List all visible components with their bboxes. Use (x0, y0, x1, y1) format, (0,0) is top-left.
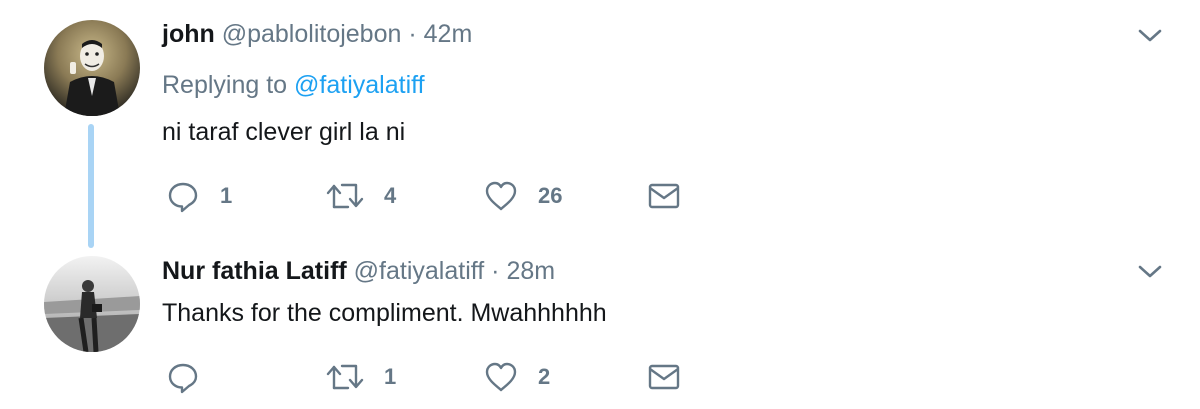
tweet-header: Nur fathia Latiff @fatiyalatiff · 28m (162, 256, 555, 286)
timestamp[interactable]: 42m (424, 20, 473, 48)
tweet-text: ni taraf clever girl la ni (162, 118, 406, 146)
reply-count: 1 (220, 183, 233, 208)
retweet-icon (326, 183, 364, 209)
replying-to-label: Replying to (162, 71, 288, 99)
username[interactable]: @fatiyalatiff (354, 257, 485, 285)
reply-button[interactable]: 1 (166, 176, 232, 216)
reply-button[interactable] (166, 357, 220, 397)
thread-line (88, 124, 94, 248)
retweet-count: 1 (384, 364, 397, 389)
like-button[interactable]: 26 (484, 176, 562, 216)
envelope-icon (648, 364, 680, 390)
retweet-count: 4 (384, 183, 397, 208)
tweet-header: john @pablolitojebon · 42m (162, 19, 472, 49)
heart-icon (485, 362, 517, 392)
replying-to: Replying to @fatiyalatiff (162, 70, 425, 100)
timestamp[interactable]: 28m (506, 257, 555, 285)
like-count: 2 (538, 364, 551, 389)
tweet: Nur fathia Latiff @fatiyalatiff · 28m Th… (0, 250, 1200, 409)
avatar[interactable] (44, 256, 140, 352)
like-count: 26 (538, 183, 563, 208)
retweet-button[interactable]: 4 (326, 176, 396, 216)
separator: · (408, 20, 417, 48)
tweet: john @pablolitojebon · 42m Replying to @… (0, 0, 1200, 250)
like-button[interactable]: 2 (484, 357, 550, 397)
retweet-icon (326, 364, 364, 390)
replying-to-mention[interactable]: @fatiyalatiff (294, 71, 425, 99)
tweet-actions: 1 4 26 (162, 176, 702, 216)
envelope-icon (648, 183, 680, 209)
chevron-down-icon[interactable] (1136, 262, 1164, 282)
direct-message-button[interactable] (648, 357, 680, 397)
avatar[interactable] (44, 20, 140, 116)
display-name[interactable]: john (162, 20, 215, 48)
heart-icon (485, 181, 517, 211)
username[interactable]: @pablolitojebon (222, 20, 402, 48)
separator: · (491, 257, 500, 285)
reply-icon (168, 182, 198, 213)
tweet-actions: 1 2 (162, 357, 702, 397)
reply-icon (168, 363, 198, 394)
display-name[interactable]: Nur fathia Latiff (162, 257, 347, 285)
retweet-button[interactable]: 1 (326, 357, 396, 397)
chevron-down-icon[interactable] (1136, 26, 1164, 46)
direct-message-button[interactable] (648, 176, 680, 216)
tweet-text: Thanks for the compliment. Mwahhhhhh (162, 299, 607, 327)
